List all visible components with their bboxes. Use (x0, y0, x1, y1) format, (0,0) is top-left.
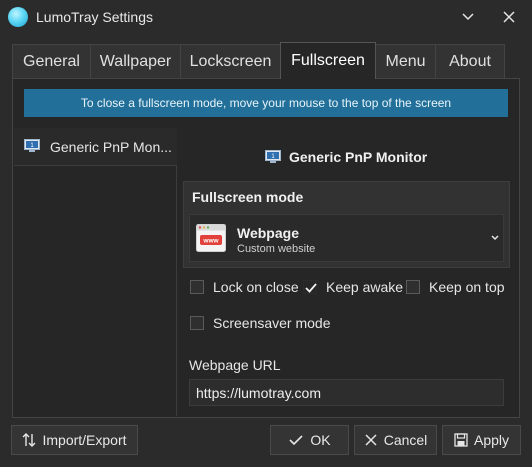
keep-on-top-checkbox[interactable] (406, 280, 420, 294)
screensaver-mode-label: Screensaver mode (213, 315, 331, 331)
lock-on-close-label: Lock on close (213, 279, 299, 295)
title-bar: LumoTray Settings (0, 0, 532, 34)
tab-lockscreen[interactable]: Lockscreen (180, 44, 281, 78)
tab-menu[interactable]: Menu (375, 44, 436, 78)
keep-on-top-label: Keep on top (429, 279, 505, 295)
save-icon (454, 433, 468, 447)
window-menu-button[interactable] (456, 6, 480, 28)
app-logo-icon (8, 7, 28, 27)
monitor-icon: 1 (265, 150, 281, 163)
close-icon (503, 11, 515, 23)
cancel-button[interactable]: Cancel (354, 425, 437, 455)
webpage-icon: www (196, 224, 226, 252)
svg-text:www: www (202, 238, 219, 245)
checkmark-icon (305, 283, 317, 293)
monitor-list-item-label: Generic PnP Mon... (50, 139, 172, 155)
apply-label: Apply (473, 432, 510, 448)
apply-button[interactable]: Apply (442, 425, 521, 455)
ok-button[interactable]: OK (270, 425, 349, 455)
window-close-button[interactable] (497, 6, 521, 28)
keep-awake-label: Keep awake (326, 279, 404, 295)
monitor-icon: 1 (24, 139, 40, 152)
ok-label: OK (310, 432, 331, 448)
tab-general[interactable]: General (12, 44, 91, 78)
selected-monitor-heading: 1 Generic PnP Monitor (265, 147, 427, 167)
info-banner: To close a fullscreen mode, move your mo… (24, 89, 508, 117)
screensaver-mode-checkbox[interactable] (190, 316, 204, 330)
webpage-url-label: Webpage URL (189, 357, 281, 373)
import-export-button[interactable]: Import/Export (11, 425, 138, 455)
import-export-icon (22, 433, 36, 447)
tab-wallpaper[interactable]: Wallpaper (90, 44, 181, 78)
selected-monitor-name: Generic PnP Monitor (289, 149, 428, 165)
monitor-list-item[interactable]: 1 Generic PnP Mon... (14, 128, 177, 166)
cancel-label: Cancel (383, 432, 428, 448)
monitor-list: 1 Generic PnP Mon... (14, 128, 177, 416)
chevron-down-icon (462, 13, 474, 21)
fullscreen-mode-description: Custom website (237, 243, 316, 255)
fullscreen-mode-name: Webpage (237, 225, 299, 241)
checkmark-icon (289, 435, 303, 446)
tab-fullscreen[interactable]: Fullscreen (280, 42, 376, 79)
lock-on-close-checkbox[interactable] (190, 280, 204, 294)
close-icon (365, 434, 377, 446)
info-banner-text: To close a fullscreen mode, move your mo… (80, 96, 452, 110)
chevron-down-icon (491, 235, 499, 241)
webpage-url-input[interactable] (189, 379, 504, 406)
tab-about[interactable]: About (435, 44, 505, 78)
fullscreen-mode-heading: Fullscreen mode (192, 189, 304, 205)
window-title: LumoTray Settings (36, 9, 153, 25)
import-export-label: Import/Export (42, 432, 127, 448)
keep-awake-checkbox[interactable] (303, 280, 317, 294)
